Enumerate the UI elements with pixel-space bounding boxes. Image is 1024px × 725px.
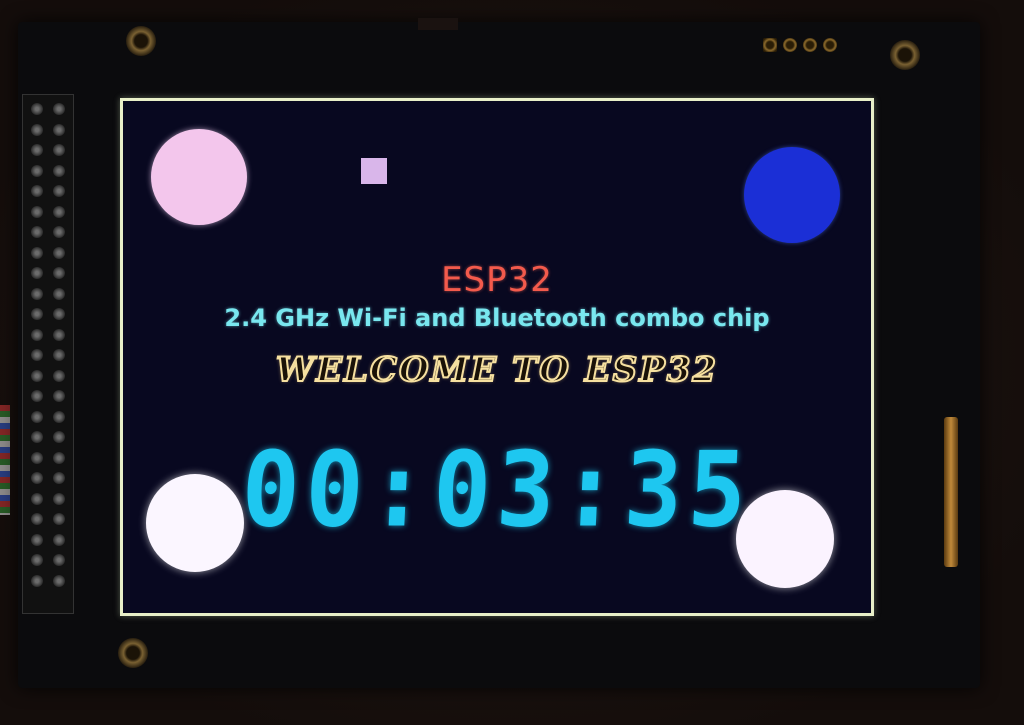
header-pin	[31, 185, 43, 197]
mounting-hole-top-right	[890, 40, 920, 70]
header-pin	[53, 349, 65, 361]
jumper-wires	[0, 405, 10, 515]
header-pin	[53, 308, 65, 320]
pad	[803, 38, 817, 52]
header-pin	[31, 144, 43, 156]
header-pin	[53, 431, 65, 443]
header-pin	[31, 164, 43, 177]
pin-header-strip	[22, 94, 74, 614]
tft-screen: ESP32 2.4 GHz Wi-Fi and Bluetooth combo …	[120, 98, 874, 616]
header-pin	[31, 410, 43, 423]
header-pin	[53, 554, 65, 566]
header-pin	[31, 431, 43, 443]
screen-subtitle: 2.4 GHz Wi-Fi and Bluetooth combo chip	[224, 304, 770, 332]
header-pin	[31, 349, 43, 361]
circle-top-right	[744, 147, 840, 243]
header-pin	[53, 103, 65, 115]
small-square	[361, 158, 387, 184]
header-pin	[31, 328, 43, 341]
header-pin	[31, 451, 43, 464]
pad	[783, 38, 797, 52]
header-pin	[53, 328, 65, 341]
header-pin	[53, 267, 65, 279]
header-pin	[53, 574, 65, 587]
screen-title: ESP32	[441, 260, 553, 300]
header-pin	[31, 226, 43, 238]
header-pin	[53, 287, 65, 300]
header-pin	[53, 451, 65, 464]
photo-scene: ESP32 2.4 GHz Wi-Fi and Bluetooth combo …	[0, 0, 1024, 725]
mounting-hole-top-left	[126, 26, 156, 56]
header-pin	[31, 205, 43, 218]
header-pin	[31, 123, 43, 136]
header-pin	[31, 390, 43, 402]
header-pin	[53, 533, 65, 546]
header-pin	[31, 554, 43, 566]
clock-readout: 00:03:35	[238, 429, 756, 551]
header-pin	[53, 164, 65, 177]
header-pin	[53, 390, 65, 402]
header-pin	[53, 410, 65, 423]
header-pin	[53, 185, 65, 197]
header-pin	[53, 205, 65, 218]
header-pin	[31, 246, 43, 259]
header-pin	[31, 308, 43, 320]
header-pin	[53, 513, 65, 525]
header-pin	[31, 103, 43, 115]
header-pin	[31, 472, 43, 484]
header-pads	[763, 38, 837, 52]
pad	[763, 38, 777, 52]
header-pin	[53, 144, 65, 156]
header-pin	[53, 472, 65, 484]
header-pin	[53, 369, 65, 382]
header-pin	[53, 226, 65, 238]
header-pin	[53, 492, 65, 505]
header-pin	[31, 287, 43, 300]
pcb-notch	[418, 18, 458, 30]
header-pin	[31, 267, 43, 279]
welcome-banner: WELCOME TO ESP32	[275, 349, 719, 391]
header-pin	[31, 513, 43, 525]
pad	[823, 38, 837, 52]
header-pin	[31, 574, 43, 587]
header-pin	[53, 123, 65, 136]
header-pin	[31, 492, 43, 505]
circle-top-left	[151, 129, 247, 225]
header-pin	[31, 533, 43, 546]
header-pin	[31, 369, 43, 382]
mounting-hole-bottom-left	[118, 638, 148, 668]
flex-cable	[944, 417, 958, 567]
header-pin	[53, 246, 65, 259]
